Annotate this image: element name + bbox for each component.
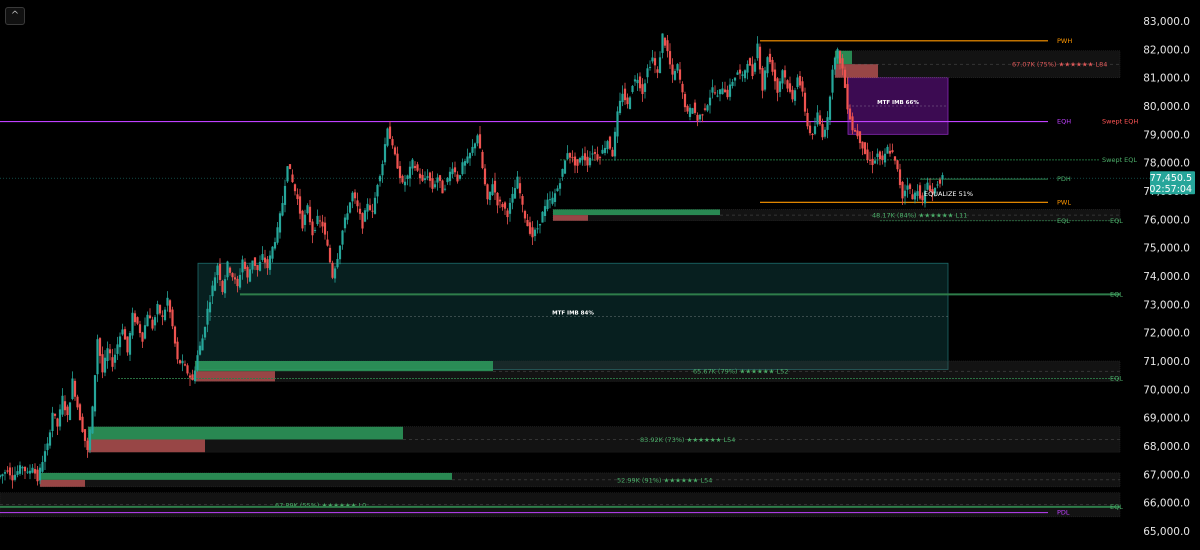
countdown-label: 02:57:04: [1149, 184, 1192, 195]
chevron-up-icon[interactable]: ^: [5, 7, 25, 25]
candle: [93, 374, 97, 417]
current-price-label: 77,450.5: [1150, 173, 1192, 184]
candle: [763, 66, 767, 92]
price-tick-label: 69,000.0: [1143, 413, 1190, 425]
candle: [691, 107, 694, 115]
bear-volume-bar: [88, 439, 205, 453]
candle: [386, 127, 389, 148]
candle: [288, 164, 292, 170]
candle: [863, 141, 867, 155]
price-tick-label: 70,000.0: [1143, 384, 1190, 396]
volume-zone: 52.99K (91%) ★★★★★★ L54: [39, 472, 1121, 488]
price-tick-label: 80,000.0: [1143, 101, 1190, 113]
volume-zone-label: 52.99K (91%) ★★★★★★ L54: [617, 476, 712, 484]
candle: [758, 43, 762, 74]
price-tick-label: 74,000.0: [1143, 271, 1190, 283]
level-label: Swept EQH: [1102, 118, 1138, 126]
price-tick-label: 75,000.0: [1143, 243, 1190, 255]
mtf-imbalance-label: MTF IMB 84%: [552, 310, 594, 316]
volume-zone-label: 67.07K (75%) ★★★★★★ L84: [1012, 61, 1107, 69]
volume-zone-label: 83.92K (73%) ★★★★★★ L54: [640, 436, 735, 444]
volume-zone: 67.89K (55%) ★★★★★★ L0: [0, 492, 1121, 518]
current-price-badge: 77,450.502:57:04: [1149, 171, 1195, 195]
candle: [563, 159, 567, 175]
level-label: PDL: [1057, 509, 1070, 517]
candle: [348, 201, 352, 214]
price-tick-label: 76,000.0: [1143, 214, 1190, 226]
volume-zone: 65.67K (79%) ★★★★★★ L52: [194, 360, 1121, 382]
price-tick-label: 73,000.0: [1143, 299, 1190, 311]
price-tick-label: 67,000.0: [1143, 469, 1190, 481]
candle: [481, 149, 484, 170]
candlestick-chart[interactable]: MTF IMB 84% MTF IMB 66% 67.07K (75%) ★★★★★…: [0, 0, 1200, 550]
level-label: EQL: [1110, 217, 1123, 225]
level-label: Swept EQL: [1102, 156, 1137, 164]
bear-volume-bar: [553, 215, 588, 221]
price-tick-label: 68,000.0: [1143, 441, 1190, 453]
price-tick-label: 83,000.0: [1143, 16, 1190, 28]
level-label: EQL: [1110, 503, 1123, 511]
price-tick-label: 72,000.0: [1143, 328, 1190, 340]
bear-volume-bar: [195, 371, 275, 382]
candle: [301, 209, 304, 232]
candle: [78, 402, 82, 421]
candle: [628, 95, 632, 110]
level-label: PWL: [1057, 198, 1071, 206]
candle: [88, 427, 92, 454]
candle: [748, 57, 752, 66]
price-tick-label: 81,000.0: [1143, 73, 1190, 85]
volume-zone: 67.07K (75%) ★★★★★★ L84: [834, 50, 1121, 78]
bull-volume-bar: [195, 361, 493, 372]
mtf-imbalance-box: MTF IMB 66%: [847, 77, 949, 135]
mtf-imbalance-label: MTF IMB 66%: [877, 100, 919, 106]
candle: [91, 405, 94, 434]
candle: [541, 210, 544, 223]
bull-volume-bar: [553, 209, 720, 216]
level-label: EQL: [1110, 375, 1123, 383]
chart-area[interactable]: MTF IMB 84% MTF IMB 66% 67.07K (75%) ★★★★★…: [0, 0, 1200, 550]
candle: [331, 260, 334, 280]
candle: [68, 401, 72, 421]
candle: [441, 179, 444, 194]
volume-zone-label: 67.89K (55%) ★★★★★★ L0: [275, 501, 366, 509]
candle: [286, 165, 289, 183]
candle: [608, 135, 612, 150]
level-label: EQL: [1110, 290, 1123, 298]
price-tick-label: 78,000.0: [1143, 158, 1190, 170]
equalize-annotation: EQUALIZE 51%: [924, 190, 973, 198]
price-tick-label: 65,000.0: [1143, 526, 1190, 538]
bull-volume-bar: [40, 472, 452, 480]
level-label: EQH: [1057, 118, 1071, 126]
mtf-imbalance-box: MTF IMB 84%: [197, 262, 949, 370]
level-label: EQL: [1057, 217, 1070, 225]
volume-zone: 48.17K (84%) ★★★★★★ L11: [552, 209, 1121, 222]
volume-zone-label: 48.17K (84%) ★★★★★★ L11: [872, 212, 967, 220]
bull-volume-bar: [88, 426, 403, 440]
price-tick-label: 66,000.0: [1143, 498, 1190, 510]
candle: [171, 306, 174, 330]
bear-volume-bar: [40, 479, 85, 487]
price-tick-label: 71,000.0: [1143, 356, 1190, 368]
price-tick-label: 79,000.0: [1143, 129, 1190, 141]
candle: [613, 127, 617, 161]
volume-zone-label: 65.67K (79%) ★★★★★★ L52: [693, 368, 788, 376]
level-label: PWH: [1057, 37, 1072, 45]
price-tick-label: 82,000.0: [1143, 44, 1190, 56]
volume-zone: 83.92K (73%) ★★★★★★ L54: [87, 426, 1121, 453]
level-label: PDH: [1057, 175, 1071, 183]
